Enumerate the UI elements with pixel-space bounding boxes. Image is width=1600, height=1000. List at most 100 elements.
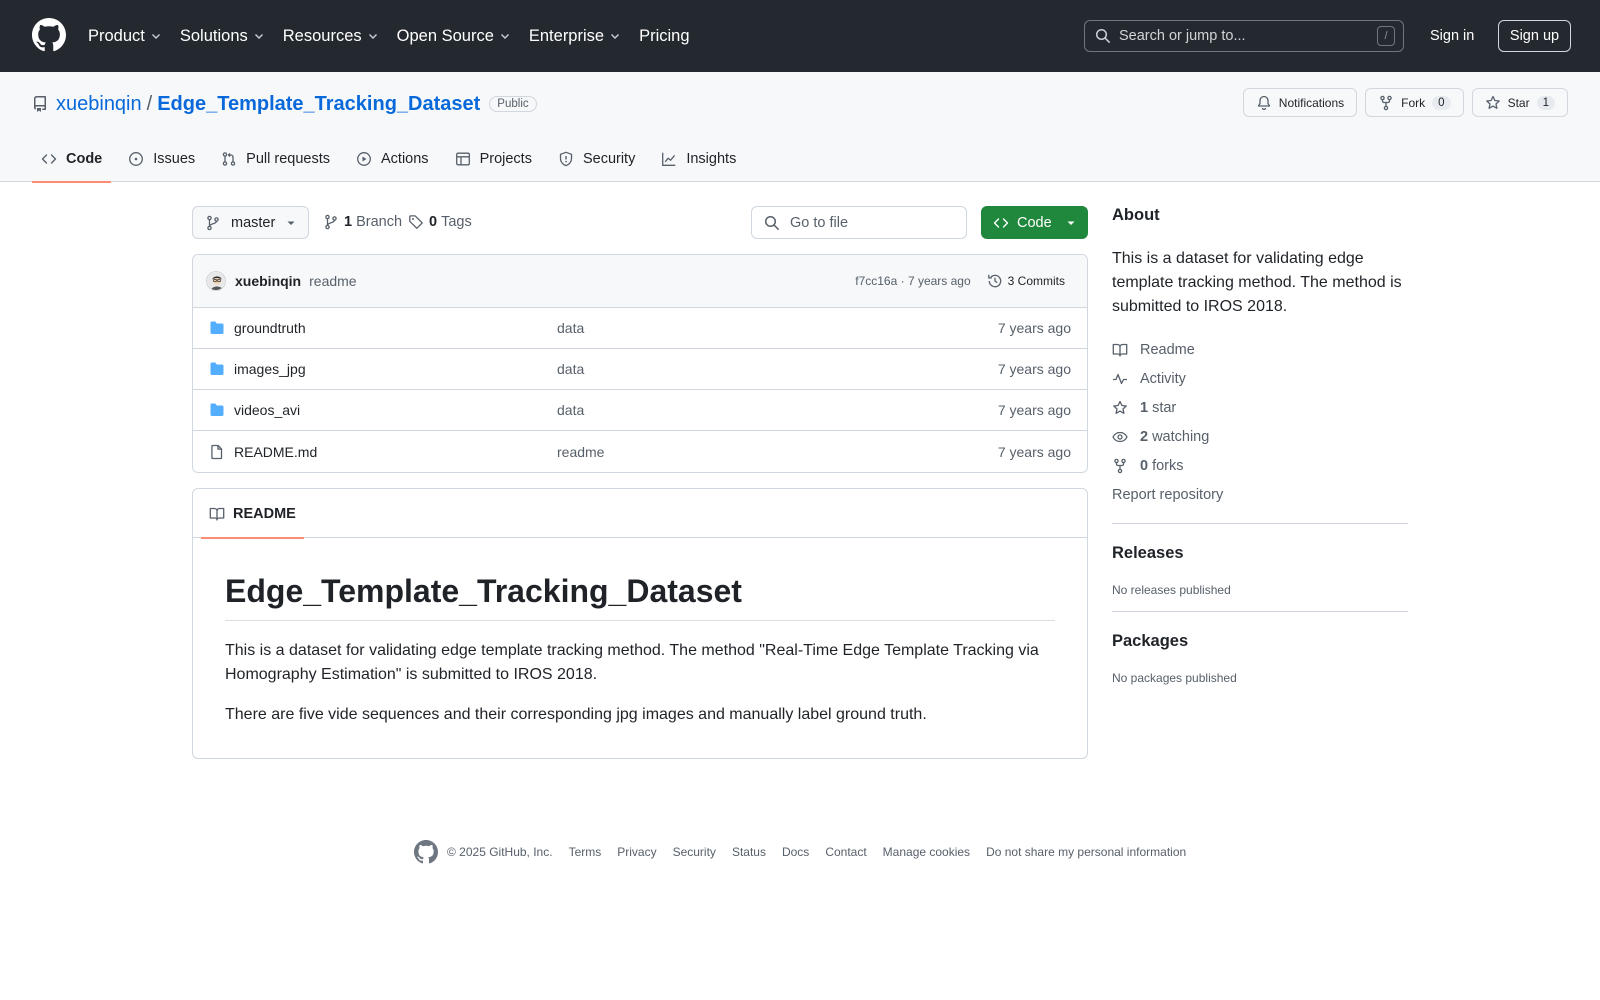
sign-in-link[interactable]: Sign in	[1430, 28, 1474, 44]
folder-icon	[209, 320, 225, 336]
chevron-down-icon	[499, 30, 511, 42]
readme-paragraph-1: This is a dataset for validating edge te…	[225, 642, 1039, 684]
repo-owner-link[interactable]: xuebinqin	[56, 93, 142, 116]
github-logo-icon[interactable]	[414, 840, 438, 864]
code-icon	[41, 151, 66, 167]
footer-link-terms[interactable]: Terms	[569, 845, 602, 859]
nav-enterprise[interactable]: Enterprise	[529, 27, 621, 46]
branch-count: 1	[344, 214, 353, 230]
nav-resources[interactable]: Resources	[283, 27, 379, 46]
file-name[interactable]: images_jpg	[234, 361, 557, 377]
nav-pricing[interactable]: Pricing	[639, 27, 689, 46]
tag-icon	[408, 214, 424, 230]
search-icon	[764, 215, 780, 231]
nav-enterprise-label: Enterprise	[528, 26, 605, 45]
sign-up-button[interactable]: Sign up	[1498, 20, 1571, 52]
chevron-down-icon	[150, 30, 162, 42]
code-button-label: Code	[1017, 214, 1052, 231]
file-name[interactable]: README.md	[234, 444, 557, 460]
tab-readme[interactable]: README	[201, 489, 304, 539]
commit-author[interactable]: xuebinqin	[235, 273, 301, 289]
star-button[interactable]: Star 1	[1471, 88, 1568, 117]
notifications-button[interactable]: Notifications	[1242, 88, 1358, 117]
folder-icon	[209, 361, 225, 377]
nav-open-source[interactable]: Open Source	[397, 27, 511, 46]
commits-history-link[interactable]: 3 Commits	[987, 273, 1065, 289]
activity-link-label: Activity	[1140, 370, 1186, 387]
code-dropdown-button[interactable]: Code	[981, 206, 1088, 239]
file-row: groundtruth data 7 years ago	[193, 308, 1087, 349]
nav-solutions[interactable]: Solutions	[180, 27, 265, 46]
footer-link-status[interactable]: Status	[732, 845, 766, 859]
activity-link[interactable]: Activity	[1112, 364, 1408, 393]
footer-link-security[interactable]: Security	[673, 845, 716, 859]
footer-link-do-not-share[interactable]: Do not share my personal information	[986, 845, 1186, 859]
commit-sha-age[interactable]: f7cc16a · 7 years ago	[855, 274, 970, 288]
latest-commit-bar: xuebinqin readme f7cc16a · 7 years ago 3…	[193, 255, 1087, 308]
tab-projects[interactable]: Projects	[446, 136, 541, 182]
file-commit-message[interactable]: data	[557, 320, 998, 336]
fork-icon	[1112, 458, 1140, 474]
shield-icon	[558, 151, 583, 167]
packages-heading[interactable]: Packages	[1112, 632, 1408, 651]
tab-projects-label: Projects	[479, 151, 532, 167]
chevron-down-icon	[609, 30, 621, 42]
tab-code[interactable]: Code	[32, 136, 112, 183]
branches-link[interactable]: 1 Branch	[323, 214, 402, 230]
stars-link[interactable]: 1 star	[1112, 393, 1408, 422]
footer-link-contact[interactable]: Contact	[825, 845, 866, 859]
file-name[interactable]: videos_avi	[234, 402, 557, 418]
avatar[interactable]	[206, 271, 226, 291]
commit-message[interactable]: readme	[309, 273, 855, 289]
footer-link-privacy[interactable]: Privacy	[617, 845, 656, 859]
fork-button[interactable]: Fork 0	[1365, 88, 1464, 117]
file-commit-message[interactable]: data	[557, 361, 998, 377]
readme-panel: README Edge_Template_Tracking_Dataset Th…	[192, 488, 1088, 759]
branch-icon	[205, 215, 221, 231]
watchers-link[interactable]: 2 watching	[1112, 422, 1408, 451]
tab-actions-label: Actions	[381, 151, 429, 167]
pulse-icon	[1112, 371, 1140, 387]
packages-empty-text: No packages published	[1112, 671, 1237, 685]
go-to-file-input[interactable]: Go to file	[751, 206, 967, 239]
about-sidebar: About This is a dataset for validating e…	[1112, 206, 1408, 685]
github-logo-icon[interactable]	[32, 18, 66, 52]
nav-open-source-label: Open Source	[396, 26, 494, 45]
forks-label: forks	[1152, 457, 1184, 474]
play-icon	[356, 151, 381, 167]
file-commit-message[interactable]: readme	[557, 444, 998, 460]
file-commit-message[interactable]: data	[557, 402, 998, 418]
tab-insights[interactable]: Insights	[652, 136, 745, 182]
file-icon	[209, 444, 225, 460]
tab-code-label: Code	[66, 151, 103, 167]
global-search-input[interactable]: Search or jump to... /	[1084, 20, 1404, 52]
branch-label: Branch	[356, 214, 403, 230]
repo-name-link[interactable]: Edge_Template_Tracking_Dataset	[157, 93, 480, 116]
tab-issues[interactable]: Issues	[119, 136, 204, 182]
tags-link[interactable]: 0 Tags	[408, 214, 472, 230]
footer-link-manage-cookies[interactable]: Manage cookies	[883, 845, 970, 859]
report-repository-link[interactable]: Report repository	[1112, 480, 1408, 509]
tab-pull-requests[interactable]: Pull requests	[212, 136, 339, 182]
stars-label: star	[1152, 399, 1177, 416]
branch-selector[interactable]: master	[192, 206, 309, 239]
readme-link[interactable]: Readme	[1112, 335, 1408, 364]
file-toolbar: master 1 Branch 0 Tags Go to file Code	[192, 206, 1088, 239]
star-label: Star	[1507, 95, 1530, 110]
file-row: videos_avi data 7 years ago	[193, 390, 1087, 431]
releases-heading[interactable]: Releases	[1112, 544, 1408, 563]
fork-label: Fork	[1401, 95, 1426, 110]
tab-security[interactable]: Security	[549, 136, 644, 182]
file-name[interactable]: groundtruth	[234, 320, 557, 336]
forks-link[interactable]: 0 forks	[1112, 451, 1408, 480]
folder-icon	[209, 402, 225, 418]
eye-icon	[1112, 429, 1140, 445]
fork-count: 0	[1432, 95, 1451, 110]
star-icon	[1112, 400, 1140, 416]
global-nav: Product Solutions Resources Open Source …	[88, 0, 708, 72]
footer-link-docs[interactable]: Docs	[782, 845, 809, 859]
footer-copyright: © 2025 GitHub, Inc.	[447, 845, 553, 859]
about-description: This is a dataset for validating edge te…	[1112, 250, 1402, 315]
tab-actions[interactable]: Actions	[347, 136, 438, 182]
nav-product[interactable]: Product	[88, 27, 162, 46]
